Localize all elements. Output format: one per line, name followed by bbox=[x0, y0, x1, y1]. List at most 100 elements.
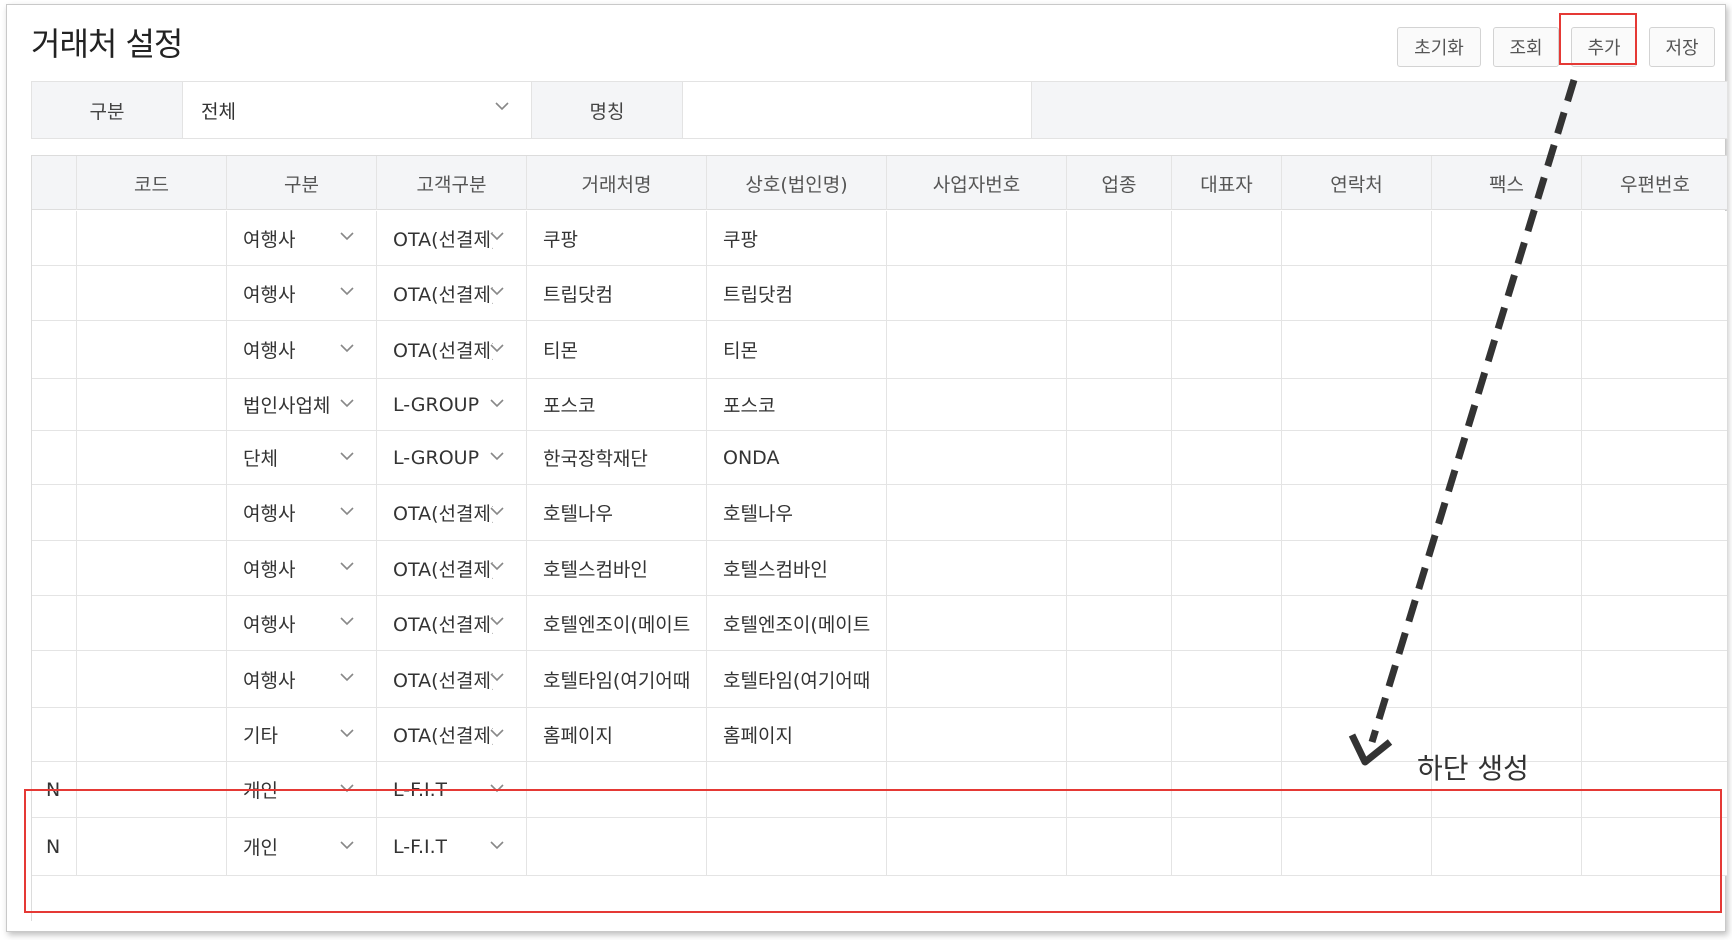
cell-name-col[interactable]: 포스코 bbox=[527, 379, 707, 430]
cell-corp-col[interactable]: 트립닷컴 bbox=[707, 266, 887, 320]
cell-industry-col[interactable] bbox=[1067, 211, 1172, 265]
cell-corp-col[interactable]: 티몬 bbox=[707, 321, 887, 378]
cell-contact-col[interactable] bbox=[1282, 651, 1432, 707]
query-button[interactable]: 조회 bbox=[1493, 27, 1559, 67]
cell-customer-type-col[interactable]: OTA(선결제) bbox=[377, 485, 527, 540]
cell-zip-col[interactable] bbox=[1582, 708, 1729, 761]
cell-fax-col[interactable] bbox=[1432, 211, 1582, 265]
cell-corp-col[interactable] bbox=[707, 762, 887, 817]
cell-bizno-col[interactable] bbox=[887, 596, 1067, 650]
cell-code-col[interactable] bbox=[77, 708, 227, 761]
cell-type-col[interactable]: 개인 bbox=[227, 818, 377, 875]
cell-ceo-col[interactable] bbox=[1172, 651, 1282, 707]
cell-fax-col[interactable] bbox=[1432, 485, 1582, 540]
cell-type-col[interactable]: 여행사 bbox=[227, 541, 377, 595]
cell-zip-col[interactable] bbox=[1582, 651, 1729, 707]
table-row[interactable]: N 개인 L-F.I.T bbox=[32, 818, 1729, 876]
cell-zip-col[interactable] bbox=[1582, 762, 1729, 817]
cell-customer-type-col[interactable]: OTA(선결제) bbox=[377, 708, 527, 761]
cell-corp-col[interactable]: 호텔나우 bbox=[707, 485, 887, 540]
cell-customer-type-col[interactable]: OTA(선결제) bbox=[377, 541, 527, 595]
cell-code-col[interactable] bbox=[77, 762, 227, 817]
cell-code-col[interactable] bbox=[77, 321, 227, 378]
cell-flag-col[interactable] bbox=[32, 541, 77, 595]
cell-contact-col[interactable] bbox=[1282, 266, 1432, 320]
cell-corp-col[interactable]: 호텔타임(여기어때 bbox=[707, 651, 887, 707]
cell-corp-col[interactable] bbox=[707, 818, 887, 875]
cell-type-col[interactable]: 법인사업체 bbox=[227, 379, 377, 430]
cell-contact-col[interactable] bbox=[1282, 596, 1432, 650]
cell-contact-col[interactable] bbox=[1282, 541, 1432, 595]
cell-flag-col[interactable] bbox=[32, 321, 77, 378]
cell-contact-col[interactable] bbox=[1282, 431, 1432, 484]
cell-zip-col[interactable] bbox=[1582, 266, 1729, 320]
cell-name-col[interactable]: 티몬 bbox=[527, 321, 707, 378]
cell-fax-col[interactable] bbox=[1432, 431, 1582, 484]
cell-bizno-col[interactable] bbox=[887, 651, 1067, 707]
cell-fax-col[interactable] bbox=[1432, 818, 1582, 875]
table-row[interactable]: 단체 L-GROUP 한국장학재단 ONDA bbox=[32, 431, 1729, 485]
cell-industry-col[interactable] bbox=[1067, 379, 1172, 430]
cell-name-col[interactable]: 쿠팡 bbox=[527, 211, 707, 265]
filter-type-select[interactable]: 전체 bbox=[182, 82, 532, 138]
cell-contact-col[interactable] bbox=[1282, 762, 1432, 817]
cell-type-col[interactable]: 여행사 bbox=[227, 211, 377, 265]
table-row[interactable]: 여행사 OTA(선결제) 호텔엔조이(메이트 호텔엔조이(메이트 bbox=[32, 596, 1729, 651]
cell-contact-col[interactable] bbox=[1282, 379, 1432, 430]
cell-name-col[interactable] bbox=[527, 818, 707, 875]
cell-zip-col[interactable] bbox=[1582, 321, 1729, 378]
cell-flag-col[interactable] bbox=[32, 651, 77, 707]
cell-industry-col[interactable] bbox=[1067, 596, 1172, 650]
table-row[interactable]: 여행사 OTA(선결제) 호텔스컴바인 호텔스컴바인 bbox=[32, 541, 1729, 596]
cell-name-col[interactable]: 홈페이지 bbox=[527, 708, 707, 761]
table-row[interactable]: 여행사 OTA(선결제) 호텔나우 호텔나우 bbox=[32, 485, 1729, 541]
cell-bizno-col[interactable] bbox=[887, 762, 1067, 817]
cell-code-col[interactable] bbox=[77, 211, 227, 265]
cell-customer-type-col[interactable]: L-F.I.T bbox=[377, 818, 527, 875]
cell-industry-col[interactable] bbox=[1067, 708, 1172, 761]
cell-ceo-col[interactable] bbox=[1172, 541, 1282, 595]
cell-bizno-col[interactable] bbox=[887, 818, 1067, 875]
table-row[interactable]: 여행사 OTA(선결제) 트립닷컴 트립닷컴 bbox=[32, 266, 1729, 321]
cell-corp-col[interactable]: 포스코 bbox=[707, 379, 887, 430]
cell-name-col[interactable]: 호텔엔조이(메이트 bbox=[527, 596, 707, 650]
cell-type-col[interactable]: 여행사 bbox=[227, 651, 377, 707]
cell-zip-col[interactable] bbox=[1582, 485, 1729, 540]
table-row[interactable]: 여행사 OTA(선결제) 호텔타임(여기어때 호텔타임(여기어때 bbox=[32, 651, 1729, 708]
cell-flag-col[interactable] bbox=[32, 266, 77, 320]
cell-bizno-col[interactable] bbox=[887, 266, 1067, 320]
cell-industry-col[interactable] bbox=[1067, 651, 1172, 707]
cell-ceo-col[interactable] bbox=[1172, 321, 1282, 378]
cell-ceo-col[interactable] bbox=[1172, 431, 1282, 484]
cell-ceo-col[interactable] bbox=[1172, 485, 1282, 540]
cell-type-col[interactable]: 단체 bbox=[227, 431, 377, 484]
cell-fax-col[interactable] bbox=[1432, 321, 1582, 378]
cell-corp-col[interactable]: 홈페이지 bbox=[707, 708, 887, 761]
cell-flag-col[interactable]: N bbox=[32, 762, 77, 817]
cell-type-col[interactable]: 여행사 bbox=[227, 266, 377, 320]
cell-contact-col[interactable] bbox=[1282, 818, 1432, 875]
cell-customer-type-col[interactable]: OTA(선결제) bbox=[377, 651, 527, 707]
cell-bizno-col[interactable] bbox=[887, 321, 1067, 378]
table-row[interactable]: 여행사 OTA(선결제) 티몬 티몬 bbox=[32, 321, 1729, 379]
cell-customer-type-col[interactable]: OTA(선결제) bbox=[377, 596, 527, 650]
cell-customer-type-col[interactable]: OTA(선결제) bbox=[377, 266, 527, 320]
cell-flag-col[interactable] bbox=[32, 379, 77, 430]
cell-ceo-col[interactable] bbox=[1172, 818, 1282, 875]
cell-name-col[interactable]: 호텔스컴바인 bbox=[527, 541, 707, 595]
cell-name-col[interactable] bbox=[527, 762, 707, 817]
cell-fax-col[interactable] bbox=[1432, 266, 1582, 320]
cell-flag-col[interactable] bbox=[32, 485, 77, 540]
cell-industry-col[interactable] bbox=[1067, 762, 1172, 817]
cell-industry-col[interactable] bbox=[1067, 321, 1172, 378]
cell-flag-col[interactable] bbox=[32, 211, 77, 265]
cell-code-col[interactable] bbox=[77, 596, 227, 650]
table-row[interactable]: 여행사 OTA(선결제) 쿠팡 쿠팡 bbox=[32, 211, 1729, 266]
cell-fax-col[interactable] bbox=[1432, 596, 1582, 650]
cell-code-col[interactable] bbox=[77, 485, 227, 540]
cell-contact-col[interactable] bbox=[1282, 708, 1432, 761]
cell-industry-col[interactable] bbox=[1067, 541, 1172, 595]
cell-name-col[interactable]: 한국장학재단 bbox=[527, 431, 707, 484]
cell-corp-col[interactable]: 쿠팡 bbox=[707, 211, 887, 265]
cell-fax-col[interactable] bbox=[1432, 651, 1582, 707]
